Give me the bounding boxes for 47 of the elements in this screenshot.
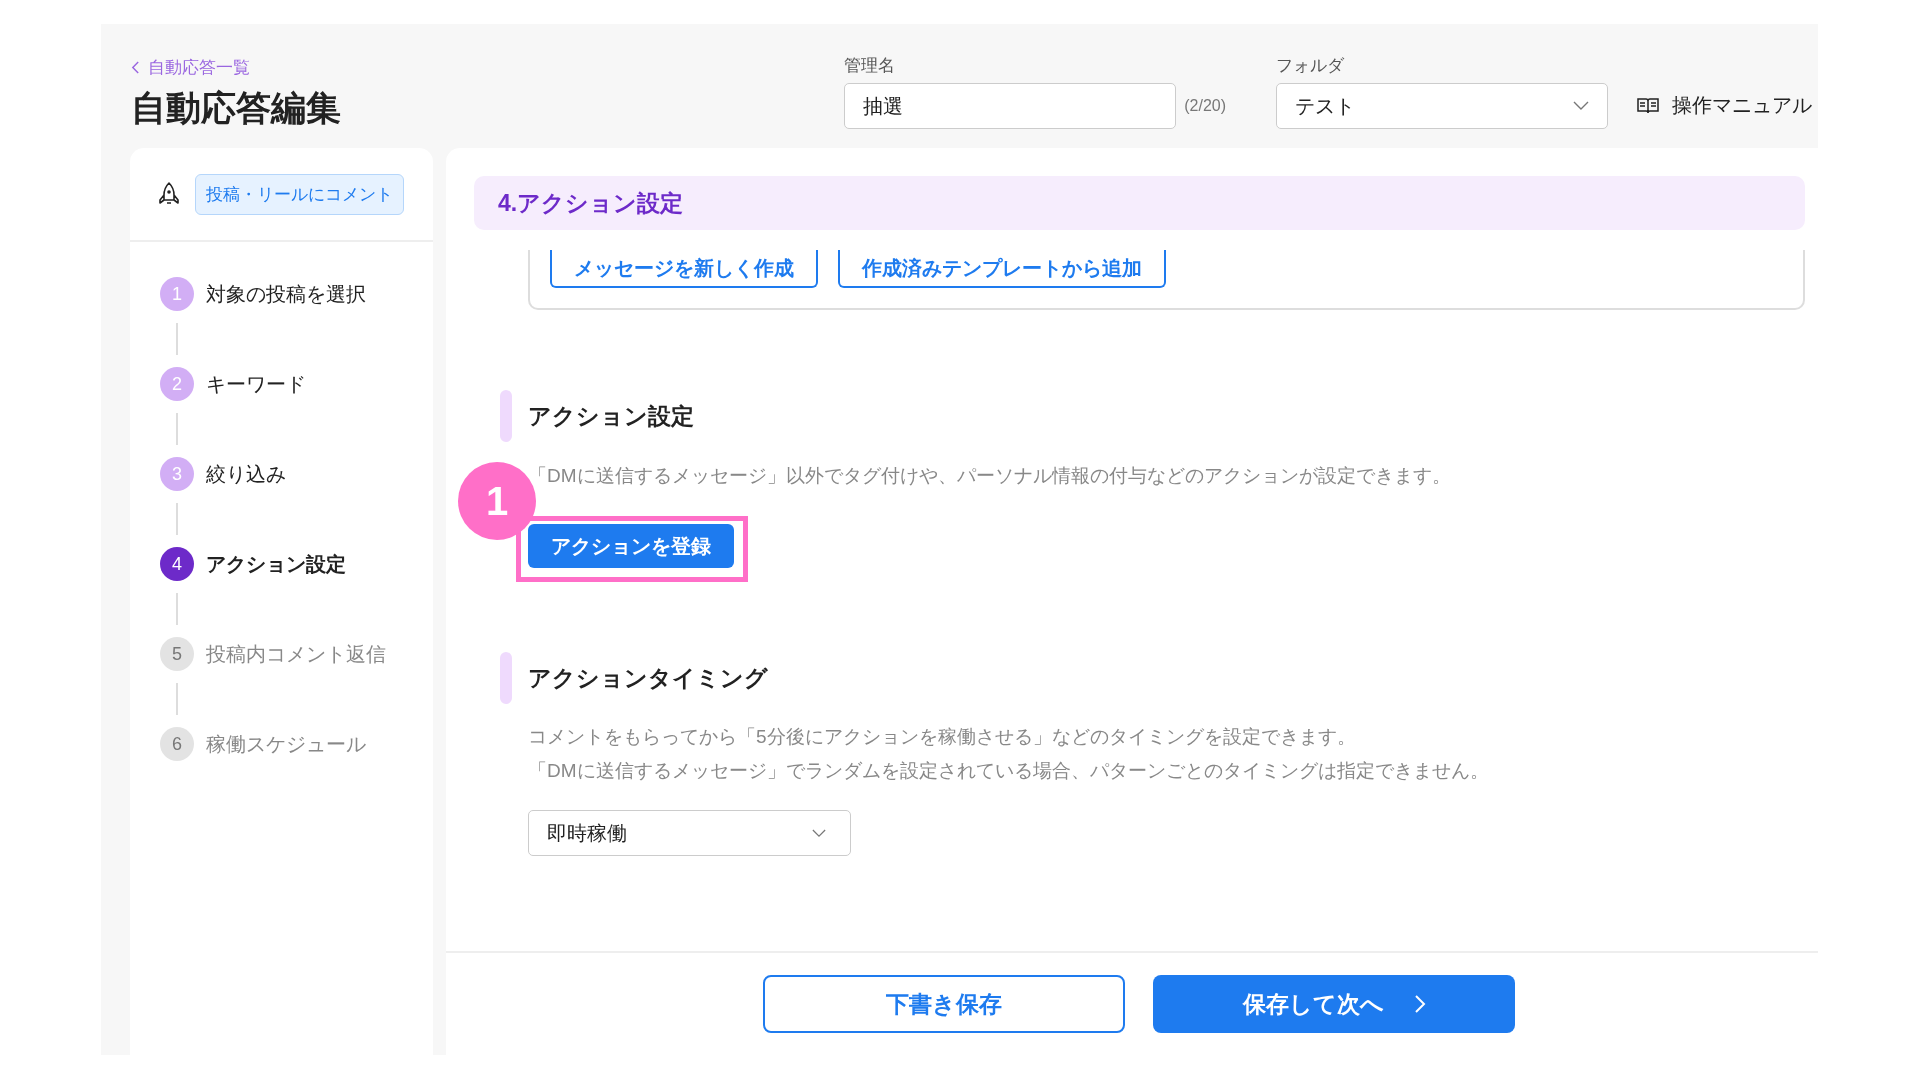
step-number: 4 [160,547,194,581]
section-description: 「DMに送信するメッセージ」でランダムを設定されている場合、パターンごとのタイミングは指定できません。 [528,759,1490,783]
register-action-button[interactable]: アクションを登録 [528,524,734,568]
heading-accent-bar [500,652,512,704]
folder-select[interactable]: テスト [1276,83,1608,129]
chevron-right-icon [1413,994,1426,1014]
step-label: 稼働スケジュール [206,731,366,757]
manual-link[interactable]: 操作マニュアル [1636,92,1812,119]
field-label: 管理名 [844,55,897,77]
step-number: 6 [160,727,194,761]
step-item[interactable]: 3 絞り込み [160,456,433,492]
chevron-down-icon [1573,101,1589,111]
step-item[interactable]: 6 稼働スケジュール [160,726,433,762]
step-number: 5 [160,637,194,671]
save-next-button[interactable]: 保存して次へ [1153,975,1515,1033]
step-callout-badge: 1 [458,462,536,540]
field-label: フォルダ [1276,55,1345,77]
section-heading: アクションタイミング [528,663,768,693]
message-option-button[interactable]: メッセージを新しく作成 [550,250,818,288]
step-item[interactable]: 1 対象の投稿を選択 [160,276,433,312]
chevron-left-icon [131,61,140,74]
back-link[interactable]: 自動応答一覧 [131,56,250,79]
book-icon [1636,96,1660,115]
section-heading: アクション設定 [528,401,694,431]
character-counter: (2/20) [1184,97,1226,115]
step-number: 2 [160,367,194,401]
rocket-icon [157,181,181,207]
step-label: 投稿内コメント返信 [206,641,386,667]
section-description: コメントをもらってから「5分後にアクションを稼働させる」などのタイミングを設定できます。 [528,725,1357,749]
trigger-badge: 投稿・リールにコメント [195,173,404,215]
step-label: アクション設定 [206,551,346,577]
step-number: 3 [160,457,194,491]
section-header: 4.アクション設定 [474,176,1805,230]
timing-select[interactable]: 即時稼働 [528,810,851,856]
name-input[interactable]: 抽選 [844,83,1177,129]
step-label: 対象の投稿を選択 [206,281,366,307]
step-number: 1 [160,277,194,311]
step-label: 絞り込み [206,461,286,487]
chevron-down-icon [812,828,826,838]
step-item[interactable]: 2 キーワード [160,366,433,402]
save-draft-button[interactable]: 下書き保存 [763,975,1125,1033]
step-item[interactable]: 5 投稿内コメント返信 [160,636,433,672]
message-option-button[interactable]: 作成済みテンプレートから追加 [838,250,1166,288]
page-title: 自動応答編集 [131,87,342,129]
step-label: キーワード [206,371,306,397]
step-item[interactable]: 4 アクション設定 [160,546,433,582]
heading-accent-bar [500,390,512,442]
